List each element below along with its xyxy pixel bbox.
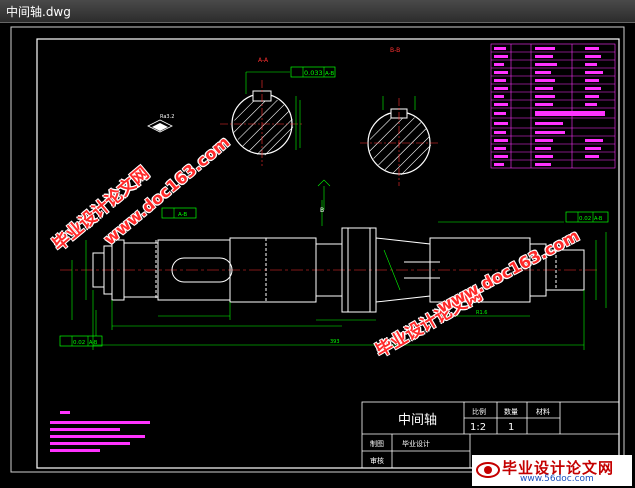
svg-text:0.02: 0.02 <box>73 340 85 346</box>
svg-text:A-B: A-B <box>594 216 603 222</box>
svg-text:A-B: A-B <box>89 340 98 346</box>
dim-radius: R1.6 <box>476 310 487 316</box>
technical-notes <box>50 411 150 452</box>
tolerance-left: A-B <box>161 207 197 219</box>
datum-b-label: B <box>320 207 324 214</box>
svg-text:Ra3.2: Ra3.2 <box>160 114 174 120</box>
window-title: 中间轴.dwg <box>6 5 71 19</box>
dim-overall-length: 393 <box>330 339 340 345</box>
site-logo: 毕业设计论文网 www.56doc.com <box>472 455 632 486</box>
col-qty: 数量 <box>504 407 518 416</box>
section-b-b: B-B <box>360 47 440 186</box>
svg-text:A-A: A-A <box>258 57 269 64</box>
parameter-table-entries <box>494 47 605 166</box>
qty-value: 1 <box>508 422 514 433</box>
svg-text:B-B: B-B <box>390 47 400 54</box>
logo-url: www.56doc.com <box>520 474 594 484</box>
cad-viewer: 中间轴.dwg A-A 0.033 A-B B-B Ra3.2 393 R1.6… <box>0 0 635 488</box>
svg-text:A-B: A-B <box>325 71 334 77</box>
window-titlebar[interactable]: 中间轴.dwg <box>0 0 635 23</box>
surface-finish-symbol: Ra3.2 <box>147 114 174 133</box>
school-label: 毕业设计 <box>402 439 430 448</box>
logo-emblem-icon <box>476 462 500 478</box>
part-name: 中间轴 <box>398 413 437 428</box>
tolerance-bottom: 0.02 A-B <box>59 335 103 347</box>
svg-text:0.033: 0.033 <box>304 69 323 77</box>
check-label: 审核 <box>370 456 384 465</box>
svg-text:0.02: 0.02 <box>579 216 591 222</box>
section-a-a: A-A 0.033 A-B <box>220 57 336 166</box>
scale-value: 1:2 <box>470 422 486 433</box>
svg-text:A-B: A-B <box>178 212 187 218</box>
col-material: 材料 <box>536 407 550 416</box>
col-scale: 比例 <box>472 407 486 416</box>
tolerance-right: 0.02 A-B <box>565 211 609 223</box>
drawn-label: 制图 <box>370 439 384 448</box>
